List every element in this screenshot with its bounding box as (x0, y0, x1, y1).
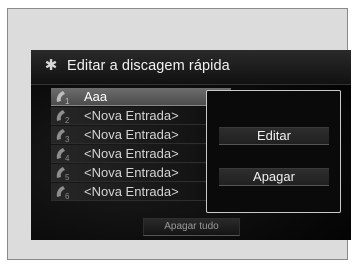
screenshot-frame: ✱ Editar a discagem rápida 1 Aaa 2 <Nova… (7, 8, 351, 260)
speed-dial-entry[interactable]: 6 <Nova Entrada> (51, 183, 231, 201)
svg-text:3: 3 (65, 135, 70, 143)
speed-dial-list: 1 Aaa 2 <Nova Entrada> 3 <Nova Entrada> (51, 88, 231, 202)
page-title: Editar a discagem rápida (67, 58, 230, 74)
navigation-screen: ✱ Editar a discagem rápida 1 Aaa 2 <Nova… (31, 50, 351, 240)
entry-label: Aaa (84, 89, 108, 104)
edit-button[interactable]: Editar (219, 127, 329, 145)
delete-button[interactable]: Apagar (219, 168, 329, 186)
phone-handset-icon: 6 (54, 184, 78, 201)
delete-all-button[interactable]: Apagar tudo (143, 218, 240, 236)
svg-text:6: 6 (65, 192, 70, 200)
speed-dial-entry[interactable]: 1 Aaa (51, 88, 231, 106)
gear-icon: ✱ (44, 57, 58, 74)
svg-text:5: 5 (65, 173, 70, 181)
entry-label: <Nova Entrada> (84, 165, 179, 180)
phone-handset-icon: 1 (54, 89, 78, 106)
phone-handset-icon: 5 (54, 165, 78, 182)
speed-dial-entry[interactable]: 4 <Nova Entrada> (51, 145, 231, 163)
speed-dial-entry[interactable]: 2 <Nova Entrada> (51, 107, 231, 125)
svg-text:2: 2 (65, 116, 70, 124)
phone-handset-icon: 3 (54, 127, 78, 144)
title-bar: ✱ Editar a discagem rápida (31, 50, 351, 85)
phone-handset-icon: 2 (54, 108, 78, 125)
entry-label: <Nova Entrada> (84, 127, 179, 142)
entry-label: <Nova Entrada> (84, 184, 179, 199)
entry-label: <Nova Entrada> (84, 146, 179, 161)
speed-dial-entry[interactable]: 5 <Nova Entrada> (51, 164, 231, 182)
svg-text:4: 4 (65, 154, 70, 162)
entry-label: <Nova Entrada> (84, 108, 179, 123)
svg-text:1: 1 (65, 97, 70, 105)
phone-handset-icon: 4 (54, 146, 78, 163)
entry-options-popup: Editar Apagar (206, 90, 341, 213)
speed-dial-entry[interactable]: 3 <Nova Entrada> (51, 126, 231, 144)
